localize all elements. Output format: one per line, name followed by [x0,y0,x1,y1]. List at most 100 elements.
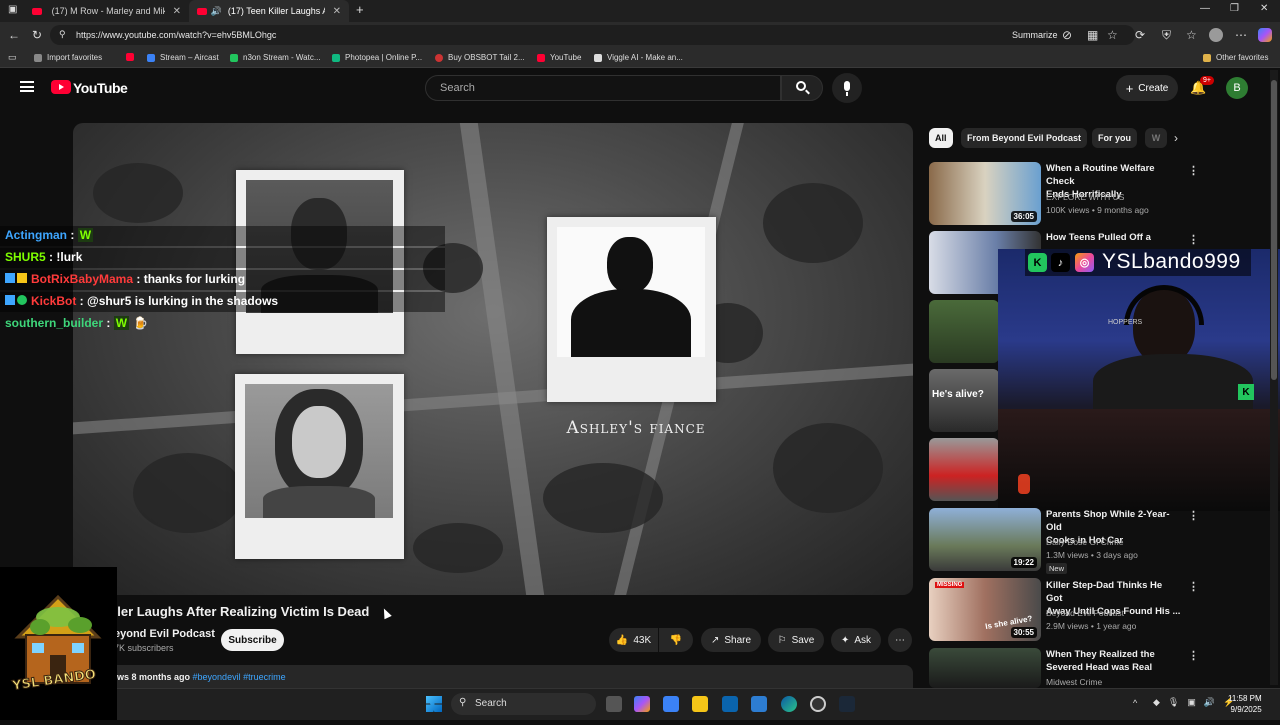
tree-shape [133,453,243,533]
edge-icon[interactable] [781,696,797,712]
bookmark-obsbot[interactable]: Buy OBSBOT Tail 2... [435,53,525,62]
dislike-button[interactable]: 👎 [659,628,693,652]
sidebar-toggle-icon[interactable]: ▭ [8,52,17,63]
copilot-taskbar-icon[interactable] [634,696,650,712]
taskbar-search[interactable]: ⚲ Search [451,693,596,715]
rec-more-icon[interactable]: ⋮ [1188,164,1199,177]
minimize-icon[interactable]: — [1200,3,1210,14]
site-info-icon[interactable]: ⚲ [59,29,66,40]
duration-badge: 30:55 [1010,627,1037,638]
thumbs-down-icon: 👎 [669,634,683,646]
bookmark-import[interactable]: Import favorites [34,53,102,62]
rec-title[interactable]: When They Realized the Severed Head was R… [1046,648,1181,674]
bookmark-label: Photopea | Online P... [345,53,423,62]
bookmark-aircast[interactable] [126,53,147,61]
new-tab-button[interactable]: + [356,2,364,17]
share-button[interactable]: ↗ Share [701,628,761,652]
other-favorites[interactable]: Other favorites [1203,53,1268,62]
rec-title[interactable]: How Teens Pulled Off a [1046,231,1181,244]
outlook-icon[interactable] [722,696,738,712]
like-button[interactable]: 👍 43K [609,628,658,652]
file-explorer-icon[interactable] [692,696,708,712]
close-icon[interactable]: ✕ [173,6,181,17]
taskbar-clock[interactable]: 11:58 PM 9/9/2025 [1228,693,1262,715]
store-icon[interactable] [663,696,679,712]
summarize-button[interactable]: Summarize [1012,30,1058,40]
more-actions-button[interactable]: ⋯ [888,628,912,652]
chip-partial[interactable]: W [1145,128,1167,148]
rec-channel[interactable]: Midwest Crime [1046,677,1102,687]
rec-thumbnail[interactable] [929,648,1041,688]
tab-actions-icon[interactable]: ▣ [8,4,17,15]
create-button[interactable]: + Create [1116,75,1178,101]
rec-channel[interactable]: EXPLORE WITH US [1046,192,1124,202]
rec-thumbnail[interactable] [929,300,999,363]
favorite-star-icon[interactable]: ☆ [1107,28,1118,42]
silhouette-head [607,237,653,293]
save-button[interactable]: ⚐ Save [768,628,824,652]
rec-more-icon[interactable]: ⋮ [1188,233,1199,246]
rec-more-icon[interactable]: ⋮ [1188,509,1199,522]
account-avatar[interactable]: B [1226,77,1248,99]
bookmark-viggle[interactable]: Viggle AI - Make an... [594,53,683,62]
page-scrollbar[interactable] [1270,70,1278,685]
ask-button[interactable]: ✦ Ask [831,628,881,652]
search-input[interactable]: Search [425,75,781,101]
mouse-cursor-icon [380,606,392,620]
steam-icon[interactable] [839,696,855,712]
channel-name[interactable]: eyond Evil Podcast [114,628,215,640]
more-options-icon[interactable]: ⋯ [1235,28,1247,42]
copilot-icon[interactable] [1258,28,1272,42]
chat-separator: : [133,272,144,286]
tab-teen-killer[interactable]: 🔊 (17) Teen Killer Laughs After ✕ [189,0,349,22]
rec-more-icon[interactable]: ⋮ [1188,580,1199,593]
chip-from-beyond-evil[interactable]: From Beyond Evil Podcast [961,128,1088,148]
scrollbar-thumb[interactable] [1271,80,1277,380]
rec-thumbnail[interactable]: MISSING Is she alive? 30:55 [929,578,1041,641]
video-player[interactable]: Ashley's fiance [73,123,913,595]
youtube-wordmark[interactable]: YouTube [73,80,128,96]
close-icon[interactable]: ✕ [333,6,341,17]
rec-channel[interactable]: Beyond Evil Podcast [1046,608,1124,618]
rec-thumbnail[interactable]: 19:22 [929,508,1041,571]
task-view-icon[interactable] [606,696,622,712]
back-icon[interactable]: ← [8,28,20,42]
subscribe-button[interactable]: Subscribe [221,629,284,651]
rec-thumbnail[interactable]: He's alive? [929,369,999,432]
rec-thumbnail[interactable] [929,438,999,501]
read-aloud-icon[interactable]: ⊘ [1062,28,1072,42]
chip-all[interactable]: All [929,128,953,148]
bookmark-stream-aircast[interactable]: Stream – Aircast [147,53,219,62]
chevron-right-icon[interactable]: › [1174,131,1178,145]
profile-avatar[interactable] [1209,28,1223,42]
refresh-icon[interactable]: ↻ [32,28,42,42]
tray-chevron-icon[interactable]: ^ [1133,698,1137,708]
speaker-icon[interactable]: 🔊 [211,6,222,17]
chat-message: BotRixBabyMama : thanks for lurking [5,272,245,286]
hamburger-menu-icon[interactable] [20,81,34,92]
photos-icon[interactable] [751,696,767,712]
rec-thumbnail[interactable]: 36:05 [929,162,1041,225]
youtube-logo-icon[interactable] [51,80,71,94]
tab-m-row[interactable]: (17) M Row - Marley and Mike (C ✕ [24,0,189,22]
extensions-icon[interactable]: ⟳ [1135,28,1145,42]
app-icon[interactable]: ▦ [1087,28,1098,42]
voice-search-button[interactable] [832,73,862,103]
streamer-body [1093,354,1253,414]
address-bar[interactable]: ⚲ https://www.youtube.com/watch?v=ehv5BM… [50,25,1135,45]
bookmark-youtube[interactable]: YouTube [537,53,581,62]
aircast-icon [147,53,155,62]
bookmark-photopea[interactable]: Photopea | Online P... [332,53,422,62]
bookmark-n3on[interactable]: n3on Stream - Watc... [230,53,321,62]
restore-icon[interactable]: ❐ [1230,3,1239,14]
rec-more-icon[interactable]: ⋮ [1188,649,1199,662]
shield-icon[interactable]: ⛨ [1162,28,1171,43]
description-box[interactable]: ws 8 months ago #beyondevil #truecrime [73,665,913,689]
chip-for-you[interactable]: For you [1092,128,1137,148]
close-window-icon[interactable]: ✕ [1260,3,1268,14]
obs-icon[interactable] [810,696,826,712]
search-button[interactable] [781,75,823,101]
rec-channel[interactable]: Daily Dose Of Crime [1046,537,1123,547]
favorites-icon[interactable]: ☆ [1186,28,1197,42]
hashtags[interactable]: #beyondevil #truecrime [193,672,286,682]
